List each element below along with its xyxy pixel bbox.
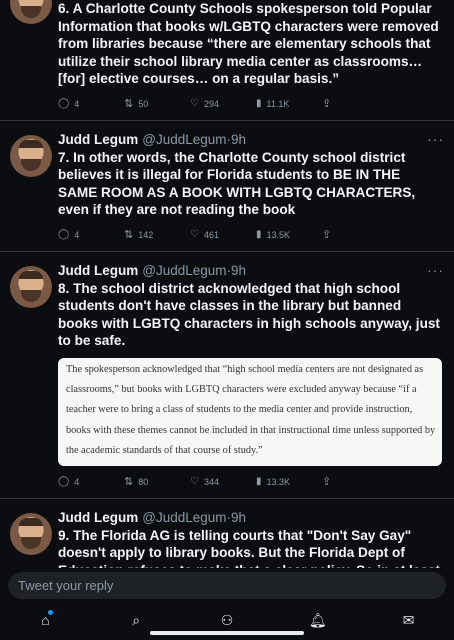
views-button[interactable]: ▮ 13.5K: [256, 229, 322, 240]
author-handle[interactable]: @JuddLegum: [142, 131, 226, 149]
like-button[interactable]: ♡ 461: [190, 229, 256, 240]
author-handle[interactable]: @JuddLegum: [142, 509, 226, 527]
tweet-text: 8. The school district acknowledged that…: [58, 280, 440, 349]
retweet-button[interactable]: ⇅ 142: [124, 228, 190, 241]
timestamp[interactable]: 9h: [231, 262, 246, 280]
reply-icon: ◯: [58, 98, 70, 109]
avatar[interactable]: [10, 0, 52, 24]
tweet-actions: ◯ 4 ⇅ 50 ♡ 294 ▮ 11.1K ⇪: [58, 94, 442, 114]
tweet-header: Judd Legum @JuddLegum · 9h: [58, 131, 247, 149]
more-icon[interactable]: ···: [427, 262, 444, 278]
notifications-icon[interactable]: 🔔︎: [298, 612, 338, 629]
reply-button[interactable]: ◯ 4: [58, 229, 124, 240]
tweet-header: Judd Legum @JuddLegum · 9h: [58, 509, 247, 527]
views-icon: ▮: [256, 476, 262, 488]
share-icon[interactable]: ⇪: [322, 228, 331, 241]
tweet-7[interactable]: Judd Legum @JuddLegum · 9h ··· 7. In oth…: [0, 121, 454, 245]
share-icon[interactable]: ⇪: [322, 475, 331, 488]
tweet-text: 6. A Charlotte County Schools spokespers…: [58, 1, 439, 86]
retweet-button[interactable]: ⇅ 50: [124, 97, 190, 110]
author-name[interactable]: Judd Legum: [58, 509, 138, 527]
avatar[interactable]: [10, 512, 52, 555]
share-icon[interactable]: ⇪: [322, 97, 331, 110]
quoted-image-text[interactable]: The spokesperson acknowledged that “high…: [58, 357, 442, 466]
notification-dot: [48, 610, 54, 615]
timestamp[interactable]: 9h: [231, 509, 246, 527]
heart-icon: ♡: [190, 229, 199, 240]
reply-button[interactable]: ◯ 4: [58, 476, 124, 487]
avatar[interactable]: [10, 134, 52, 177]
reply-input[interactable]: [8, 577, 446, 594]
avatar[interactable]: [10, 265, 52, 308]
home-indicator[interactable]: [150, 631, 304, 635]
author-handle[interactable]: @JuddLegum: [142, 262, 226, 280]
communities-icon[interactable]: ⚇: [207, 612, 247, 629]
views-icon: ▮: [256, 229, 262, 240]
views-button[interactable]: ▮ 11.1K: [256, 98, 322, 109]
timestamp[interactable]: 9h: [231, 131, 246, 149]
tweet-actions: ◯ 4 ⇅ 80 ♡ 344 ▮ 13.3K ⇪: [58, 472, 442, 492]
retweet-button[interactable]: ⇅ 80: [124, 475, 190, 488]
reply-box[interactable]: [8, 572, 446, 599]
tweet-header: Judd Legum @JuddLegum · 9h: [58, 262, 247, 280]
retweet-icon: ⇅: [124, 98, 134, 110]
heart-icon: ♡: [190, 98, 199, 109]
tweet-8[interactable]: Judd Legum @JuddLegum · 9h ··· 8. The sc…: [0, 252, 454, 492]
tweet-9[interactable]: Judd Legum @JuddLegum · 9h 9. The Florid…: [0, 499, 454, 568]
views-button[interactable]: ▮ 13.3K: [256, 476, 322, 487]
like-button[interactable]: ♡ 294: [190, 98, 256, 109]
reply-icon: ◯: [58, 229, 70, 240]
reply-button[interactable]: ◯ 4: [58, 98, 124, 109]
home-icon[interactable]: ⌂: [25, 610, 65, 628]
tweet-actions: ◯ 4 ⇅ 142 ♡ 461 ▮ 13.5K ⇪: [58, 225, 442, 245]
retweet-icon: ⇅: [124, 229, 134, 241]
reply-icon: ◯: [58, 476, 70, 488]
tweet-6[interactable]: 6. A Charlotte County Schools spokespers…: [0, 0, 454, 114]
timeline: 6. A Charlotte County Schools spokespers…: [0, 0, 454, 568]
tweet-text: 9. The Florida AG is telling courts that…: [58, 527, 440, 568]
messages-icon[interactable]: ✉: [389, 612, 429, 629]
author-name[interactable]: Judd Legum: [58, 262, 138, 280]
views-icon: ▮: [256, 98, 262, 109]
more-icon[interactable]: ···: [427, 131, 444, 147]
tweet-text: 7. In other words, the Charlotte County …: [58, 149, 416, 218]
retweet-icon: ⇅: [124, 476, 134, 489]
author-name[interactable]: Judd Legum: [58, 131, 138, 149]
like-button[interactable]: ♡ 344: [190, 476, 256, 487]
search-icon[interactable]: ⌕: [116, 612, 156, 629]
heart-icon: ♡: [190, 476, 199, 488]
